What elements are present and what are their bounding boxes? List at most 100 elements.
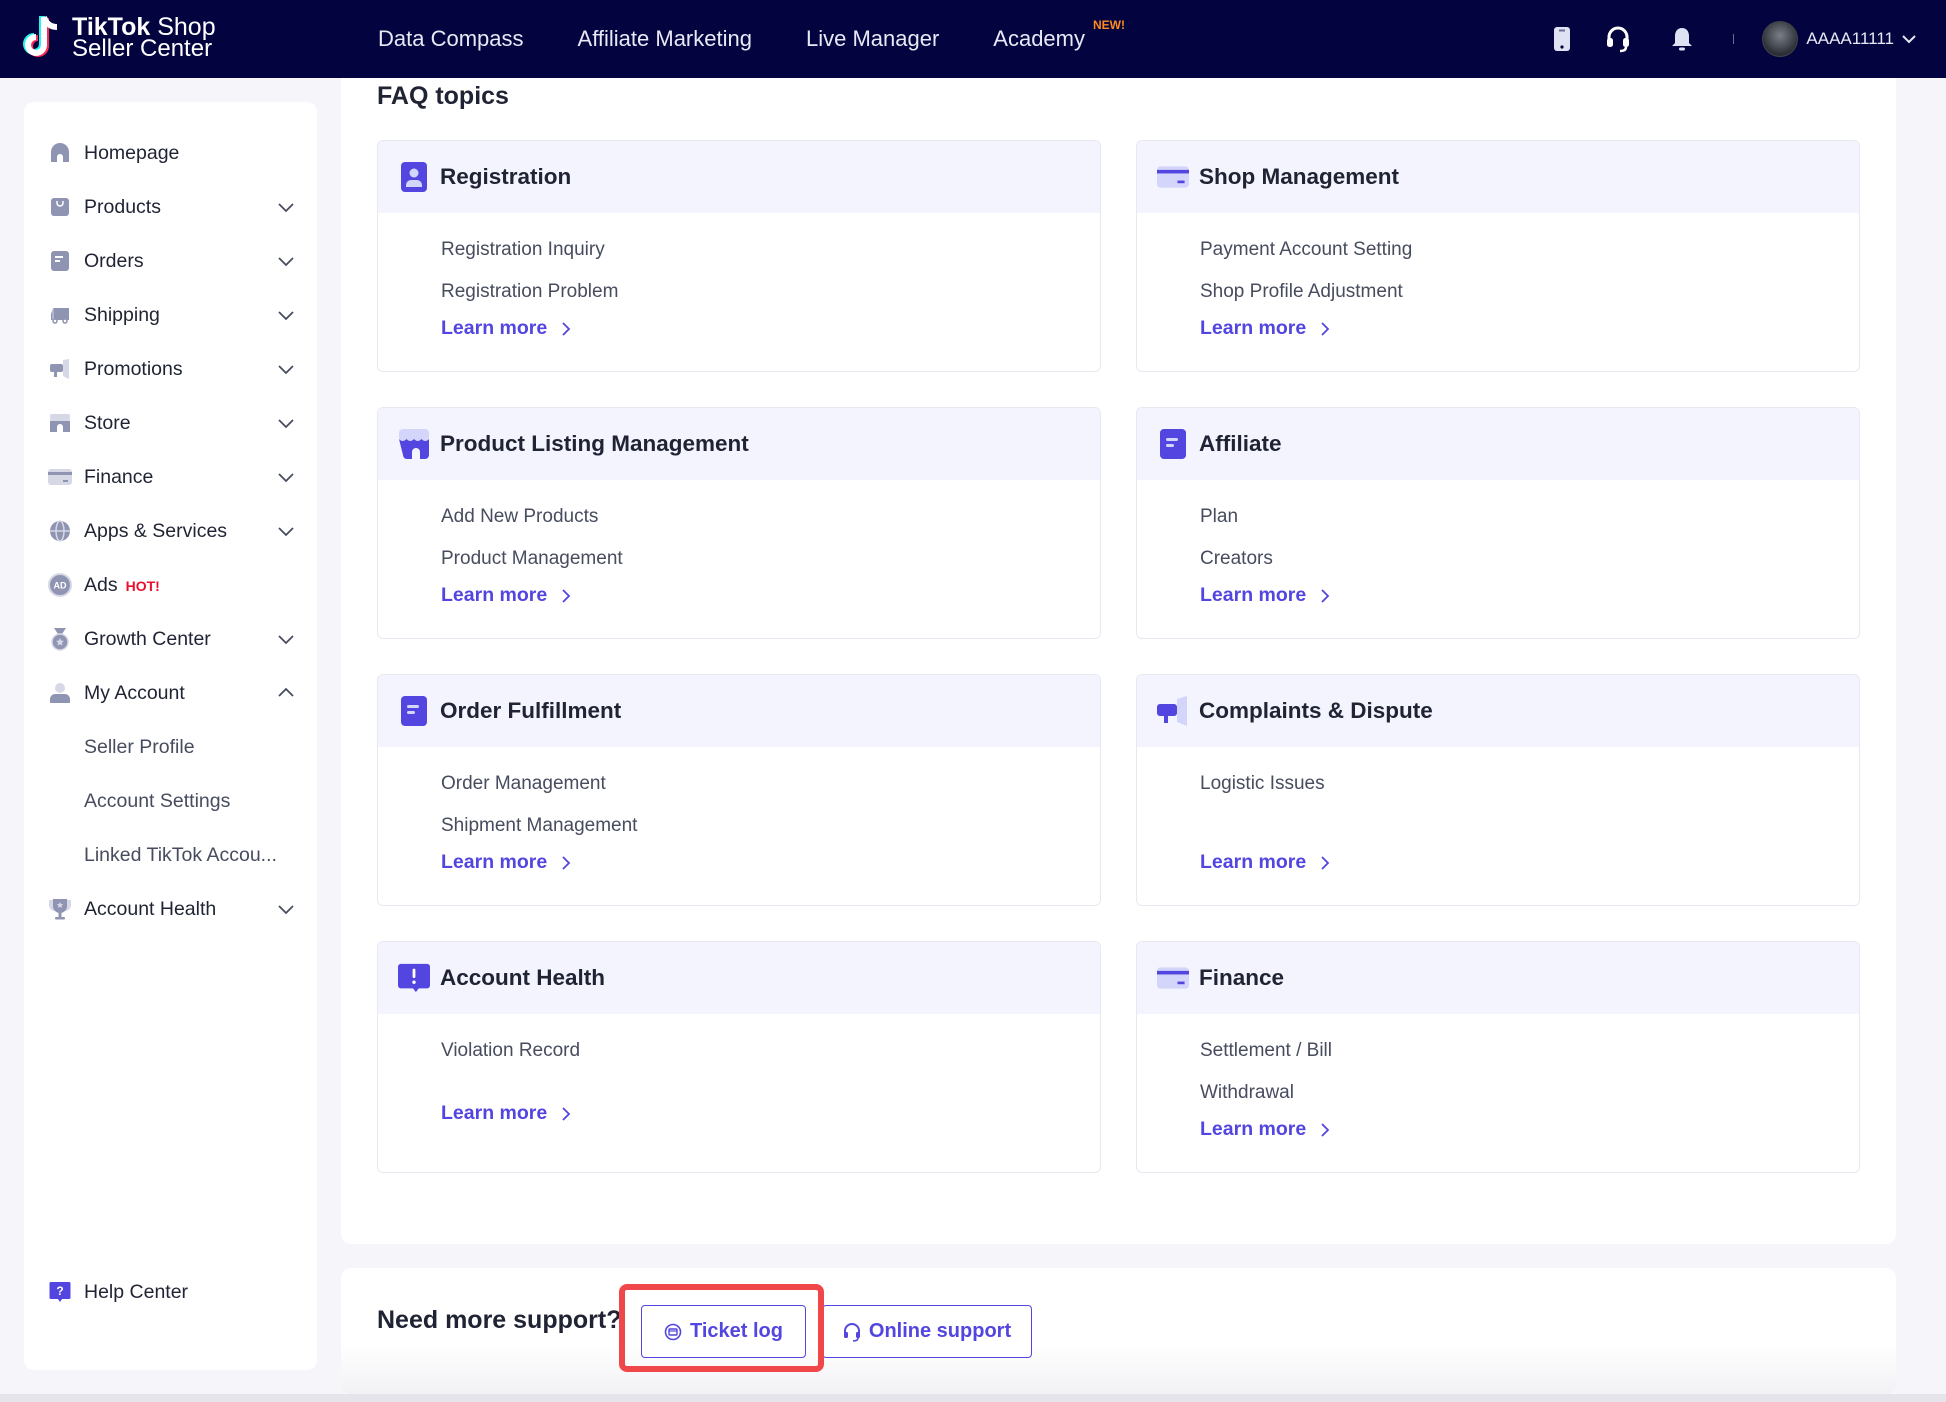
sidebar-item-growth-center[interactable]: Growth Center xyxy=(24,619,317,659)
document-icon xyxy=(1157,428,1189,460)
chevron-down-icon[interactable] xyxy=(1902,34,1916,44)
store-icon xyxy=(48,411,72,435)
faq-link[interactable]: Registration Problem xyxy=(441,271,1100,313)
chevron-down-icon[interactable] xyxy=(277,306,295,324)
faq-link[interactable]: Logistic Issues xyxy=(1200,763,1859,805)
chevron-right-icon xyxy=(1321,588,1330,603)
faq-link[interactable]: Plan xyxy=(1200,496,1859,538)
sidebar-item-seller-profile[interactable]: Seller Profile xyxy=(24,727,317,767)
sidebar-item-promotions[interactable]: Promotions xyxy=(24,349,317,389)
faq-link[interactable]: Settlement / Bill xyxy=(1200,1030,1859,1072)
online-support-label: Online support xyxy=(868,1320,1012,1342)
nav-academy[interactable]: Academy NEW! xyxy=(993,18,1125,52)
headset-icon[interactable] xyxy=(1605,24,1631,54)
sidebar-item-label: Orders xyxy=(84,249,144,272)
learn-more-label: Learn more xyxy=(1200,1118,1307,1140)
nav-live-manager[interactable]: Live Manager xyxy=(806,26,939,52)
help-center-label: Help Center xyxy=(84,1280,189,1303)
sidebar-item-label: Account Health xyxy=(84,897,217,920)
sidebar-item-account-settings[interactable]: Account Settings xyxy=(24,781,317,821)
sidebar-item-shipping[interactable]: Shipping xyxy=(24,295,317,335)
chevron-right-icon xyxy=(1321,321,1330,336)
svg-text:?: ? xyxy=(56,1284,63,1298)
chevron-right-icon xyxy=(562,588,571,603)
learn-more-link[interactable]: Learn more xyxy=(441,1102,571,1125)
faq-link[interactable]: Withdrawal xyxy=(1200,1072,1859,1114)
chevron-down-icon[interactable] xyxy=(277,198,295,216)
sidebar-item-apps-services[interactable]: Apps & Services xyxy=(24,511,317,551)
sidebar-item-finance[interactable]: Finance xyxy=(24,457,317,497)
sidebar-item-label: Seller Profile xyxy=(84,735,195,758)
ad-icon: AD xyxy=(48,573,72,597)
page-title: FAQ topics xyxy=(377,82,509,110)
tiktok-logo-icon xyxy=(22,13,64,63)
sidebar-item-homepage[interactable]: Homepage xyxy=(24,133,317,173)
headset-icon xyxy=(843,1322,860,1342)
card-title: Complaints & Dispute xyxy=(1199,698,1433,723)
sidebar-item-ads[interactable]: AD Ads HOT! xyxy=(24,565,317,605)
faq-link[interactable]: Payment Account Setting xyxy=(1200,229,1859,271)
nav-data-compass[interactable]: Data Compass xyxy=(378,26,524,52)
faq-link[interactable]: Shop Profile Adjustment xyxy=(1200,271,1859,313)
chevron-down-icon[interactable] xyxy=(277,414,295,432)
avatar[interactable] xyxy=(1762,21,1799,57)
faq-card-shop-management: Shop Management Payment Account Setting … xyxy=(1136,140,1860,372)
ticket-log-label: Ticket log xyxy=(690,1320,783,1342)
sidebar-item-products[interactable]: Products xyxy=(24,187,317,227)
sidebar-item-label: Apps & Services xyxy=(84,519,228,542)
megaphone-icon xyxy=(48,357,72,381)
faq-card-finance: Finance Settlement / Bill Withdrawal Lea… xyxy=(1136,941,1860,1173)
support-panel: Need more support? Ticket log Online sup… xyxy=(341,1268,1896,1394)
chevron-right-icon xyxy=(562,321,571,336)
learn-more-link[interactable]: Learn more xyxy=(441,584,571,607)
chevron-right-icon xyxy=(1321,1122,1330,1137)
page-bottom-edge xyxy=(0,1394,1946,1402)
globe-icon xyxy=(48,519,72,543)
chevron-up-icon[interactable] xyxy=(277,684,295,702)
faq-card-product-listing: Product Listing Management Add New Produ… xyxy=(377,407,1101,639)
sidebar-item-my-account[interactable]: My Account xyxy=(24,673,317,713)
learn-more-link[interactable]: Learn more xyxy=(1200,317,1330,340)
learn-more-link[interactable]: Learn more xyxy=(441,851,571,874)
faq-link[interactable]: Creators xyxy=(1200,538,1859,580)
ticket-icon xyxy=(664,1323,682,1340)
faq-link[interactable]: Violation Record xyxy=(441,1030,1100,1072)
learn-more-label: Learn more xyxy=(1200,584,1307,606)
faq-link[interactable]: Registration Inquiry xyxy=(441,229,1100,271)
sidebar-item-account-health[interactable]: Account Health xyxy=(24,889,317,929)
sidebar-item-linked-tiktok-account[interactable]: Linked TikTok Accou... xyxy=(24,835,317,875)
faq-link[interactable]: Product Management xyxy=(441,538,1100,580)
help-center-link[interactable]: ? Help Center xyxy=(24,1272,317,1312)
sidebar-item-orders[interactable]: Orders xyxy=(24,241,317,281)
bell-icon[interactable] xyxy=(1669,24,1695,54)
faq-link[interactable]: Order Management xyxy=(441,763,1100,805)
learn-more-link[interactable]: Learn more xyxy=(441,317,571,340)
chevron-right-icon xyxy=(562,855,571,870)
chevron-down-icon[interactable] xyxy=(277,468,295,486)
sidebar-item-label: Shipping xyxy=(84,303,160,326)
username[interactable]: AAAA11111 xyxy=(1806,29,1894,49)
online-support-button[interactable]: Online support xyxy=(822,1305,1032,1358)
home-icon xyxy=(48,141,72,165)
chevron-down-icon[interactable] xyxy=(277,360,295,378)
ticket-log-button[interactable]: Ticket log xyxy=(641,1305,806,1358)
sidebar-item-store[interactable]: Store xyxy=(24,403,317,443)
top-navigation-bar: TikTok Shop Seller Center Data Compass A… xyxy=(0,0,1946,78)
chevron-down-icon[interactable] xyxy=(277,900,295,918)
truck-icon xyxy=(48,303,72,327)
sidebar-item-label: Ads xyxy=(84,573,118,596)
tiktok-shop-logo[interactable]: TikTok Shop Seller Center xyxy=(22,8,216,68)
chevron-down-icon[interactable] xyxy=(277,252,295,270)
faq-link[interactable]: Shipment Management xyxy=(441,805,1100,847)
faq-link[interactable]: Add New Products xyxy=(441,496,1100,538)
sidebar-item-label: Linked TikTok Accou... xyxy=(84,843,277,866)
learn-more-link[interactable]: Learn more xyxy=(1200,851,1330,874)
chevron-down-icon[interactable] xyxy=(277,522,295,540)
learn-more-link[interactable]: Learn more xyxy=(1200,584,1330,607)
mobile-icon[interactable] xyxy=(1549,24,1575,54)
faq-card-affiliate: Affiliate Plan Creators Learn more xyxy=(1136,407,1860,639)
learn-more-label: Learn more xyxy=(441,851,548,873)
nav-affiliate-marketing[interactable]: Affiliate Marketing xyxy=(578,26,752,52)
chevron-down-icon[interactable] xyxy=(277,630,295,648)
learn-more-link[interactable]: Learn more xyxy=(1200,1118,1330,1141)
